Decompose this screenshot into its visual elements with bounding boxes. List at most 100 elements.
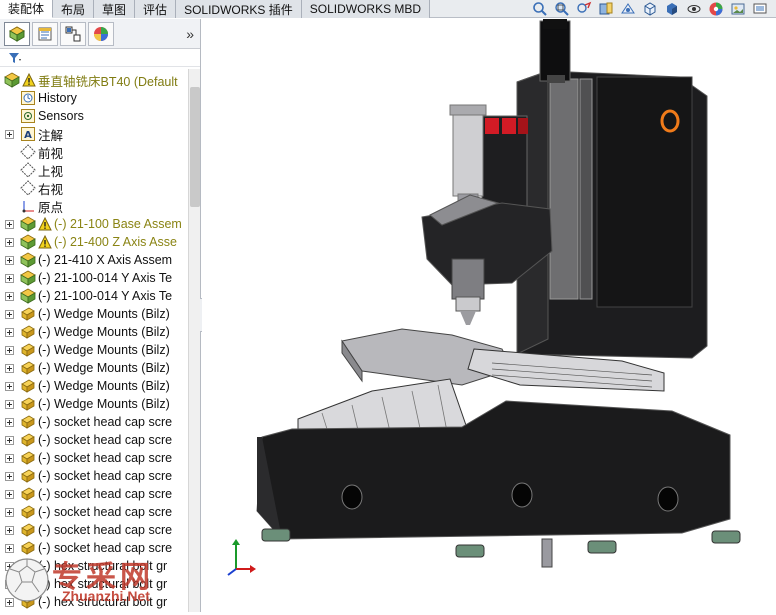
assembly-icon: [4, 72, 20, 88]
part-icon: [20, 504, 36, 520]
view-settings-icon[interactable]: [750, 0, 770, 18]
feature-tree: 垂直轴铣床BT40 (Default History Sensors A 注解前视上视右…: [0, 69, 188, 612]
part-icon: [20, 522, 36, 538]
expand-toggle[interactable]: [4, 129, 14, 139]
tree-item-label: (-) Wedge Mounts (Bilz): [38, 343, 170, 357]
subassembly-icon: [20, 270, 36, 286]
expand-toggle[interactable]: [4, 453, 14, 463]
expand-toggle[interactable]: [4, 309, 14, 319]
expand-toggle[interactable]: [4, 255, 14, 265]
display-manager-tab[interactable]: [88, 21, 114, 46]
part-icon: [20, 342, 36, 358]
tree-item[interactable]: (-) socket head cap scre: [0, 503, 188, 521]
expand-toggle[interactable]: [4, 381, 14, 391]
tree-item-label: (-) 21-100-014 Y Axis Te: [38, 271, 173, 285]
milling-machine-model[interactable]: [202, 19, 776, 612]
expand-toggle[interactable]: [4, 363, 14, 373]
tree-item-label: (-) Wedge Mounts (Bilz): [38, 397, 170, 411]
tree-item[interactable]: (-) socket head cap scre: [0, 521, 188, 539]
plane-icon: [20, 180, 36, 196]
tree-item[interactable]: (-) Wedge Mounts (Bilz): [0, 305, 188, 323]
subassembly-icon: [20, 252, 36, 268]
filter-row: [0, 49, 200, 67]
dynamic-annotation-icon[interactable]: [618, 0, 638, 18]
plane-icon: [20, 162, 36, 178]
tree-item[interactable]: (-) 21-400 Z Axis Asse: [0, 233, 188, 251]
tab-0[interactable]: 装配体: [0, 0, 54, 18]
tree-item-label: 原点: [38, 200, 64, 215]
tree-item[interactable]: (-) Wedge Mounts (Bilz): [0, 395, 188, 413]
tab-5[interactable]: SOLIDWORKS MBD: [301, 0, 431, 18]
tree-item-label: 注解: [38, 128, 64, 143]
tree-item[interactable]: (-) 21-100-014 Y Axis Te: [0, 269, 188, 287]
expand-toggle[interactable]: [4, 399, 14, 409]
part-icon: [20, 396, 36, 412]
expand-toggle[interactable]: [4, 291, 14, 301]
view-orientation-icon[interactable]: [640, 0, 660, 18]
scrollbar-thumb[interactable]: [190, 87, 200, 207]
tree-item-label: (-) Wedge Mounts (Bilz): [38, 379, 170, 393]
tree-item[interactable]: 原点: [0, 197, 188, 215]
tree-item-label: 前视: [38, 146, 64, 161]
tree-item[interactable]: (-) socket head cap scre: [0, 449, 188, 467]
expand-panel-button[interactable]: »: [186, 26, 194, 42]
tree-item[interactable]: (-) 21-410 X Axis Assem: [0, 251, 188, 269]
expand-toggle[interactable]: [4, 471, 14, 481]
hide-show-icon[interactable]: [684, 0, 704, 18]
tree-item[interactable]: 前视: [0, 143, 188, 161]
expand-toggle[interactable]: [4, 345, 14, 355]
configuration-manager-tab[interactable]: [60, 21, 86, 46]
tree-item-label: 上视: [38, 164, 64, 179]
tree-item[interactable]: (-) 21-100-014 Y Axis Te: [0, 287, 188, 305]
part-icon: [20, 306, 36, 322]
zoom-area-icon[interactable]: [552, 0, 572, 18]
appearance-icon[interactable]: [706, 0, 726, 18]
tree-item[interactable]: (-) socket head cap scre: [0, 431, 188, 449]
previous-view-icon[interactable]: [574, 0, 594, 18]
tree-item[interactable]: 右视: [0, 179, 188, 197]
tree-item[interactable]: (-) Wedge Mounts (Bilz): [0, 359, 188, 377]
tree-item[interactable]: Sensors: [0, 107, 188, 125]
expand-toggle[interactable]: [4, 219, 14, 229]
tree-item[interactable]: 上视: [0, 161, 188, 179]
zoom-to-fit-icon[interactable]: [530, 0, 550, 18]
tree-item[interactable]: (-) Wedge Mounts (Bilz): [0, 341, 188, 359]
tree-item-label: (-) socket head cap scre: [38, 433, 173, 447]
expand-toggle[interactable]: [4, 417, 14, 427]
scene-icon[interactable]: [728, 0, 748, 18]
expand-toggle[interactable]: [4, 525, 14, 535]
property-manager-tab[interactable]: [32, 21, 58, 46]
expand-toggle[interactable]: [4, 507, 14, 517]
tree-item[interactable]: A 注解: [0, 125, 188, 143]
subassembly-icon: [20, 288, 36, 304]
tree-item[interactable]: (-) socket head cap scre: [0, 485, 188, 503]
display-manager-icon: [94, 26, 108, 41]
subassembly-icon: [20, 216, 36, 232]
tree-item[interactable]: (-) socket head cap scre: [0, 467, 188, 485]
tree-root-assembly[interactable]: 垂直轴铣床BT40 (Default: [0, 71, 188, 89]
expand-toggle[interactable]: [4, 273, 14, 283]
tree-item[interactable]: (-) 21-100 Base Assem: [0, 215, 188, 233]
command-manager-tabs: 装配体 布局 草图 评估 SOLIDWORKS 插件 SOLIDWORKS MBD: [0, 0, 776, 18]
tab-4[interactable]: SOLIDWORKS 插件: [176, 0, 302, 18]
featuremanager-tree-tab[interactable]: [4, 21, 30, 46]
graphics-area[interactable]: [202, 19, 776, 612]
tree-item-label: 右视: [38, 182, 64, 197]
tree-item[interactable]: (-) Wedge Mounts (Bilz): [0, 377, 188, 395]
tree-scrollbar[interactable]: [188, 69, 200, 612]
part-icon: [20, 432, 36, 448]
tab-1[interactable]: 布局: [53, 0, 95, 18]
expand-toggle[interactable]: [4, 237, 14, 247]
tree-item[interactable]: (-) Wedge Mounts (Bilz): [0, 323, 188, 341]
filter-icon[interactable]: [8, 52, 22, 64]
section-view-icon[interactable]: [596, 0, 616, 18]
tab-3[interactable]: 评估: [135, 0, 177, 18]
expand-toggle[interactable]: [4, 489, 14, 499]
tree-item[interactable]: History: [0, 89, 188, 107]
expand-toggle[interactable]: [4, 435, 14, 445]
tree-item[interactable]: (-) socket head cap scre: [0, 413, 188, 431]
tab-2[interactable]: 草图: [94, 0, 136, 18]
display-style-icon[interactable]: [662, 0, 682, 18]
tree-item-label: (-) 21-100-014 Y Axis Te: [38, 289, 173, 303]
expand-toggle[interactable]: [4, 327, 14, 337]
